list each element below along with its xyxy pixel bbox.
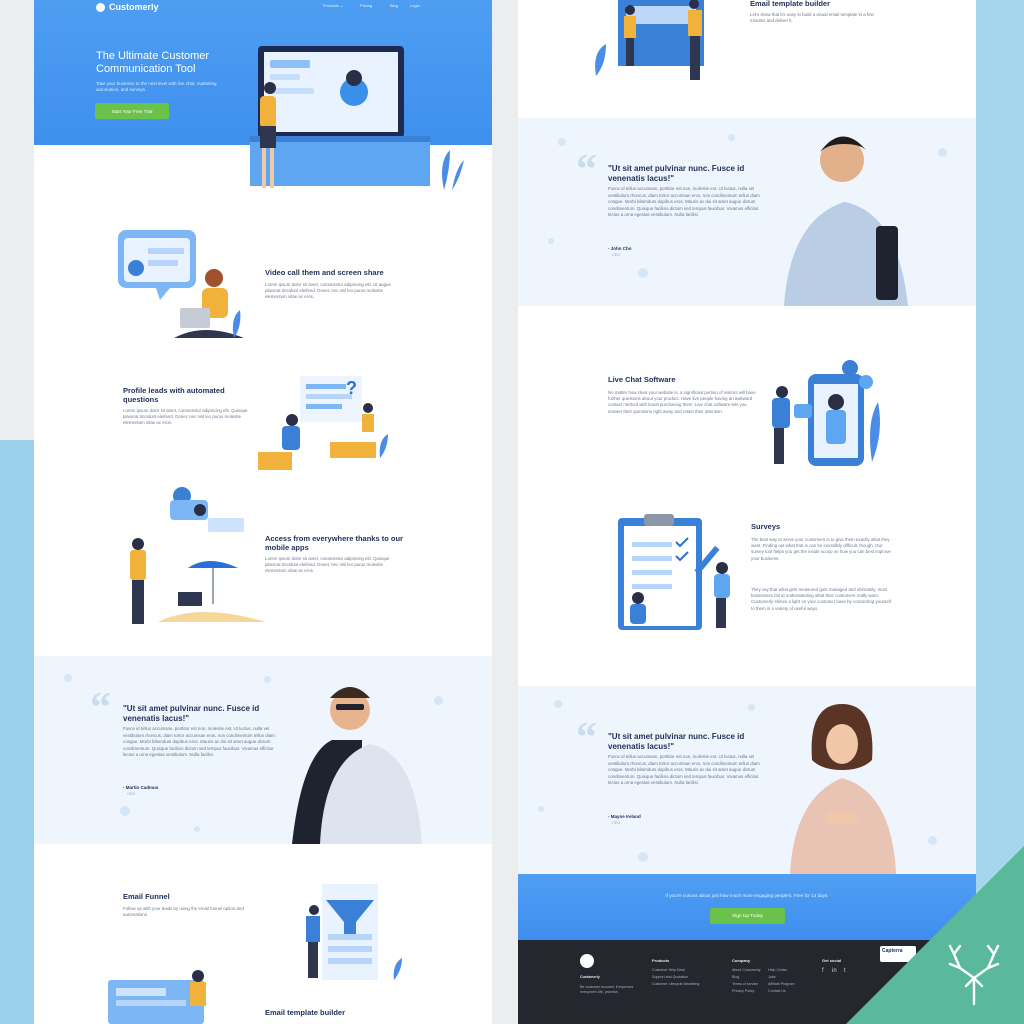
linkedin-icon[interactable]: in xyxy=(832,968,837,974)
footer-col-heading: Company xyxy=(732,958,751,963)
feature-title: Surveys xyxy=(751,522,781,531)
deer-logo-icon xyxy=(948,944,1000,1006)
feature-body: Lorem ipsum dolor sit amet, consectetur … xyxy=(123,408,248,426)
footer-col-heading: Get social xyxy=(822,958,842,963)
nav-blog[interactable]: Blog xyxy=(390,3,398,8)
template-builder-illustration xyxy=(108,970,206,1024)
feature-title: Email template builder xyxy=(750,0,831,8)
landing-page-left: Customerly Products ⌄ Pricing Blog Login… xyxy=(34,0,492,1024)
footer-link[interactable]: Blog xyxy=(732,975,739,979)
quote-icon: “ xyxy=(576,715,597,761)
testimonial-author: - Martin Cadmus xyxy=(123,785,159,790)
email-template-illustration xyxy=(595,0,704,80)
feature-title: Email Funnel xyxy=(123,892,170,901)
feature-title: Email template builder xyxy=(265,1008,346,1017)
testimonial-quote: "Ut sit amet pulvinar nunc. Fusce id ven… xyxy=(608,164,745,183)
surveys-illustration xyxy=(618,514,730,630)
feature-title: Live Chat Software xyxy=(608,375,676,384)
footer-link[interactable]: Jobs xyxy=(768,975,776,979)
nav-products[interactable]: Products ⌄ xyxy=(323,3,343,8)
testimonial-body: Fusce id tellus accumsan, porttitor est … xyxy=(608,754,760,785)
footer-link[interactable]: Customer Lifecycle Marketing xyxy=(652,982,699,986)
footer-link[interactable]: Help Center xyxy=(768,968,787,972)
feature-body: The best way to serve your customers is … xyxy=(751,537,891,561)
quote-icon: “ xyxy=(90,685,111,731)
testimonial-body: Fusce id tellus accumsan, porttitor est … xyxy=(608,186,760,217)
testimonial-author: - Mayne Ireland xyxy=(608,814,641,819)
feature-title: Video call them and screen share xyxy=(265,268,384,277)
footer-link[interactable]: Terms of service xyxy=(732,982,758,986)
footer-link[interactable]: Affiliate Program xyxy=(768,982,795,986)
svg-text:?: ? xyxy=(346,378,357,398)
footer-link[interactable]: Privacy Policy xyxy=(732,989,754,993)
live-chat-illustration xyxy=(772,360,880,466)
brand-logo[interactable]: Customerly xyxy=(96,2,159,12)
signup-button[interactable]: Sign Up Today xyxy=(710,908,785,924)
video-call-illustration xyxy=(118,230,244,338)
footer-col-heading: Products xyxy=(652,958,670,963)
quote-icon: “ xyxy=(576,147,597,193)
feature-body: No matter how clear your website is, a s… xyxy=(608,390,756,414)
feature-title: Access from everywhere thanks to our mob… xyxy=(265,534,403,552)
footer-tagline: Be customer focused, it improves everyon… xyxy=(580,985,634,994)
feature-body-secondary: They say that what gets measured gets ma… xyxy=(751,587,891,611)
testimonial-quote: "Ut sit amet pulvinar nunc. Fusce id ven… xyxy=(123,704,260,723)
testimonial-quote: "Ut sit amet pulvinar nunc. Fusce id ven… xyxy=(608,732,745,751)
feature-body: Let's show that it's easy to build a vis… xyxy=(750,12,874,24)
testimonial-section: “ "Ut sit amet pulvinar nunc. Fusce id v… xyxy=(518,118,976,306)
nav-login[interactable]: Login xyxy=(410,3,420,8)
feature-body: Lorem ipsum dolor sit amet, consectetur … xyxy=(265,282,391,300)
mobile-apps-illustration xyxy=(130,487,266,624)
hero-subtitle: Take your business to the next level wit… xyxy=(96,81,217,92)
facebook-icon[interactable]: f xyxy=(822,968,824,974)
footer-link[interactable]: Customer Help Desk xyxy=(652,968,685,972)
free-trial-button[interactable]: Start Your Free Trial xyxy=(95,103,169,119)
hero-illustration xyxy=(250,46,464,190)
testimonial-photo xyxy=(292,687,422,844)
testimonial-role: CEO xyxy=(127,792,136,796)
testimonial-role: CEO xyxy=(612,253,621,257)
testimonial-section: “ "Ut sit amet pulvinar nunc. Fusce id v… xyxy=(34,656,492,844)
lead-profiling-illustration: ? xyxy=(258,376,388,470)
brand-name: Customerly xyxy=(109,2,159,12)
nav-pricing[interactable]: Pricing xyxy=(360,3,372,8)
feature-body: Follow up with your leads by using the e… xyxy=(123,906,244,918)
footer-logo-icon xyxy=(580,954,594,968)
testimonial-author: - John Cho xyxy=(608,246,632,251)
feature-title: Profile leads with automated questions xyxy=(123,386,225,404)
footer-link[interactable]: About Customerly xyxy=(732,968,761,972)
testimonial-role: CEO xyxy=(612,821,621,825)
logo-icon xyxy=(96,2,105,12)
footer-link[interactable]: Support and Quotation xyxy=(652,975,688,979)
email-funnel-illustration xyxy=(306,884,402,980)
footer-brand: Customerly xyxy=(580,975,600,979)
testimonial-body: Fusce id tellus accumsan, porttitor est … xyxy=(123,726,275,757)
footer-link[interactable]: Contact Us xyxy=(768,989,786,993)
testimonial-photo xyxy=(784,136,908,306)
feature-body: Lorem ipsum dolor sit amet, consectetur … xyxy=(265,556,390,574)
